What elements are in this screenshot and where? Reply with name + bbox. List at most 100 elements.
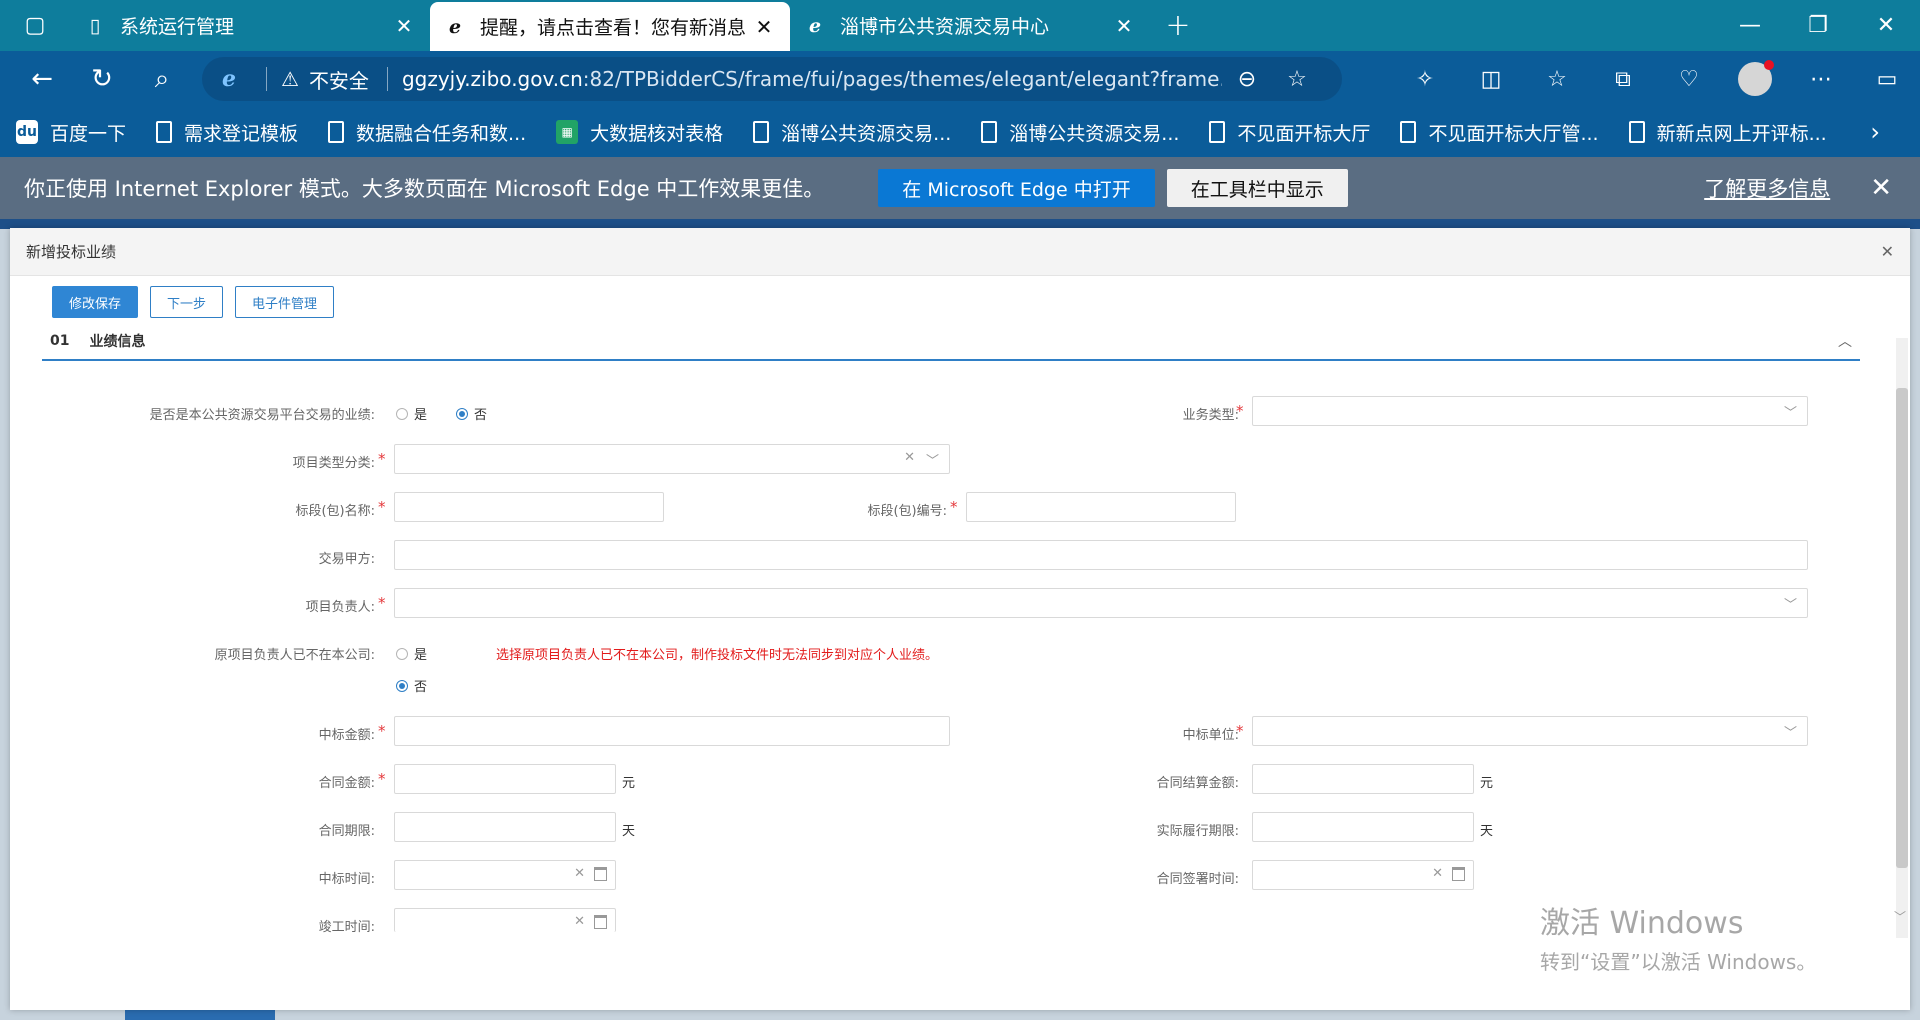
bookmark-item[interactable]: 需求登记模板 — [156, 119, 298, 146]
leader-left-no-radio[interactable]: 否 — [396, 676, 427, 695]
favorite-star-icon[interactable]: ☆ — [1272, 67, 1322, 92]
section-no-input[interactable] — [966, 492, 1236, 522]
bookmark-item[interactable]: 淄博公共资源交易... — [981, 119, 1179, 146]
bookmark-item[interactable]: 不见面开标大厅 — [1209, 119, 1370, 146]
section-name-input[interactable] — [394, 492, 664, 522]
actual-period-label: 实际履行期限: — [1156, 824, 1239, 839]
show-in-toolbar-button[interactable]: 在工具栏中显示 — [1166, 169, 1348, 207]
ie-mode-message: 你正使用 Internet Explorer 模式。大多数页面在 Microso… — [24, 177, 825, 201]
currency-unit: 元 — [622, 776, 636, 791]
extensions-icon[interactable]: ✧ — [1392, 67, 1458, 92]
close-icon[interactable]: ✕ — [752, 15, 776, 39]
sidebar-icon[interactable]: ▭ — [1854, 67, 1920, 92]
project-leader-select[interactable]: ﹀ — [394, 588, 1808, 618]
bookmark-item[interactable]: ▦ 大数据核对表格 — [556, 119, 723, 146]
dialog-toolbar: 修改保存 下一步 电子件管理 — [52, 286, 346, 318]
tab-zibo-trading-center[interactable]: e 淄博市公共资源交易中心 ✕ — [790, 0, 1150, 51]
actual-period-input[interactable] — [1252, 812, 1474, 842]
completion-time-datepicker[interactable]: ✕ — [394, 908, 616, 932]
clear-icon[interactable]: ✕ — [904, 450, 915, 465]
zoom-icon[interactable]: ⊖ — [1222, 67, 1272, 92]
electronic-files-button[interactable]: 电子件管理 — [235, 286, 335, 318]
page-icon — [981, 121, 998, 143]
settlement-amount-input[interactable] — [1252, 764, 1474, 794]
dialog-header: 新增投标业绩 ✕ — [10, 228, 1910, 276]
clear-icon[interactable]: ✕ — [1432, 866, 1443, 881]
save-button[interactable]: 修改保存 — [52, 286, 139, 318]
calendar-icon[interactable] — [1452, 867, 1465, 881]
chevron-down-icon: ﹀ — [1783, 598, 1797, 613]
tab-actions-icon[interactable]: ▢ — [0, 0, 70, 51]
clear-icon[interactable]: ✕ — [574, 866, 585, 881]
bid-time-datepicker[interactable]: ✕ — [394, 860, 616, 890]
section-number: 01 — [50, 333, 70, 349]
chevron-down-icon: ﹀ — [925, 454, 939, 469]
next-step-button[interactable]: 下一步 — [150, 286, 224, 318]
url-field[interactable]: e ⚠ 不安全 ggzyjy.zibo.gov.cn:82/TPBidderCS… — [202, 57, 1342, 101]
contract-amount-input[interactable] — [394, 764, 616, 794]
back-button[interactable]: ← — [12, 51, 72, 107]
project-category-select[interactable]: ✕ ﹀ — [394, 444, 950, 474]
open-in-edge-button[interactable]: 在 Microsoft Edge 中打开 — [878, 169, 1155, 207]
refresh-button[interactable]: ↻ — [72, 51, 132, 107]
more-menu-icon[interactable]: ⋯ — [1788, 67, 1854, 92]
contract-amount-label: 合同金额: — [318, 776, 375, 791]
section-name-label: 标段(包)名称: — [295, 504, 375, 519]
window-close-button[interactable]: ✕ — [1852, 0, 1920, 51]
security-status[interactable]: 不安全 — [309, 65, 369, 94]
sign-time-datepicker[interactable]: ✕ — [1252, 860, 1474, 890]
is-platform-yes-radio[interactable]: 是 — [396, 404, 427, 423]
bookmark-item[interactable]: 淄博公共资源交易... — [753, 119, 951, 146]
business-type-select[interactable]: ﹀ — [1252, 396, 1808, 426]
page-icon — [753, 121, 770, 143]
background-page-tab — [125, 1010, 275, 1020]
tab-reminder[interactable]: e 提醒，请点击查看！您有新消息 ✕ — [430, 2, 790, 51]
close-icon[interactable]: ✕ — [1870, 173, 1892, 203]
bookmark-item[interactable]: 不见面开标大厅管... — [1400, 119, 1599, 146]
calendar-icon[interactable] — [594, 867, 607, 881]
dialog-title: 新增投标业绩 — [26, 243, 117, 261]
chevron-up-icon[interactable]: ︿ — [1838, 331, 1852, 351]
bookmark-item[interactable]: 新新点网上开评标... — [1628, 119, 1827, 146]
collections-icon[interactable]: ⧉ — [1590, 67, 1656, 92]
url-text[interactable]: ggzyjy.zibo.gov.cn:82/TPBidderCS/frame/f… — [402, 67, 1222, 91]
new-tab-button[interactable]: + — [1150, 0, 1206, 51]
page-icon — [156, 121, 173, 143]
bid-amount-label: 中标金额: — [318, 728, 375, 743]
close-icon[interactable]: ✕ — [1112, 14, 1136, 38]
is-platform-no-radio[interactable]: 否 — [456, 404, 487, 423]
ie-mode-icon[interactable]: e — [222, 66, 236, 92]
calendar-icon[interactable] — [594, 915, 607, 929]
baidu-icon: du — [16, 120, 38, 144]
chevron-right-icon[interactable]: › — [1870, 118, 1880, 146]
close-icon[interactable]: ✕ — [392, 14, 416, 38]
address-bar: ← ↻ ⌕ e ⚠ 不安全 ggzyjy.zibo.gov.cn:82/TPBi… — [0, 51, 1920, 107]
page-icon — [1400, 121, 1417, 143]
split-screen-icon[interactable]: ◫ — [1458, 67, 1524, 92]
tab-system-management[interactable]: ▯ 系统运行管理 ✕ — [70, 0, 430, 51]
performance-icon[interactable]: ♡ — [1656, 67, 1722, 92]
scrollbar-thumb[interactable] — [1896, 388, 1908, 868]
chevron-down-icon[interactable]: ﹀ — [1894, 908, 1906, 925]
warning-icon[interactable]: ⚠ — [281, 67, 299, 91]
contract-period-input[interactable] — [394, 812, 616, 842]
bookmark-baidu[interactable]: du 百度一下 — [16, 119, 126, 146]
minimize-button[interactable]: — — [1716, 0, 1784, 51]
chevron-down-icon: ﹀ — [1783, 726, 1797, 741]
bid-unit-select[interactable]: ﹀ — [1252, 716, 1808, 746]
bookmark-item[interactable]: 数据融合任务和数... — [328, 119, 526, 146]
bid-amount-input[interactable] — [394, 716, 950, 746]
tab-title: 系统运行管理 — [120, 16, 235, 38]
search-icon[interactable]: ⌕ — [132, 51, 192, 107]
tab-title: 淄博市公共资源交易中心 — [840, 16, 1050, 38]
profile-avatar[interactable] — [1738, 60, 1774, 96]
restore-button[interactable]: ❐ — [1784, 0, 1852, 51]
close-icon[interactable]: ✕ — [1881, 242, 1894, 261]
party-a-input[interactable] — [394, 540, 1808, 570]
bookmarks-bar: du 百度一下 需求登记模板 数据融合任务和数... ▦ 大数据核对表格 淄博公共资… — [0, 107, 1920, 157]
learn-more-link[interactable]: 了解更多信息 — [1704, 173, 1830, 203]
clear-icon[interactable]: ✕ — [574, 914, 585, 929]
leader-left-yes-radio[interactable]: 是 — [396, 644, 427, 663]
browser-tab-bar: ▢ ▯ 系统运行管理 ✕ e 提醒，请点击查看！您有新消息 ✕ e 淄博市公共资… — [0, 0, 1920, 51]
favorites-icon[interactable]: ☆ — [1524, 67, 1590, 92]
